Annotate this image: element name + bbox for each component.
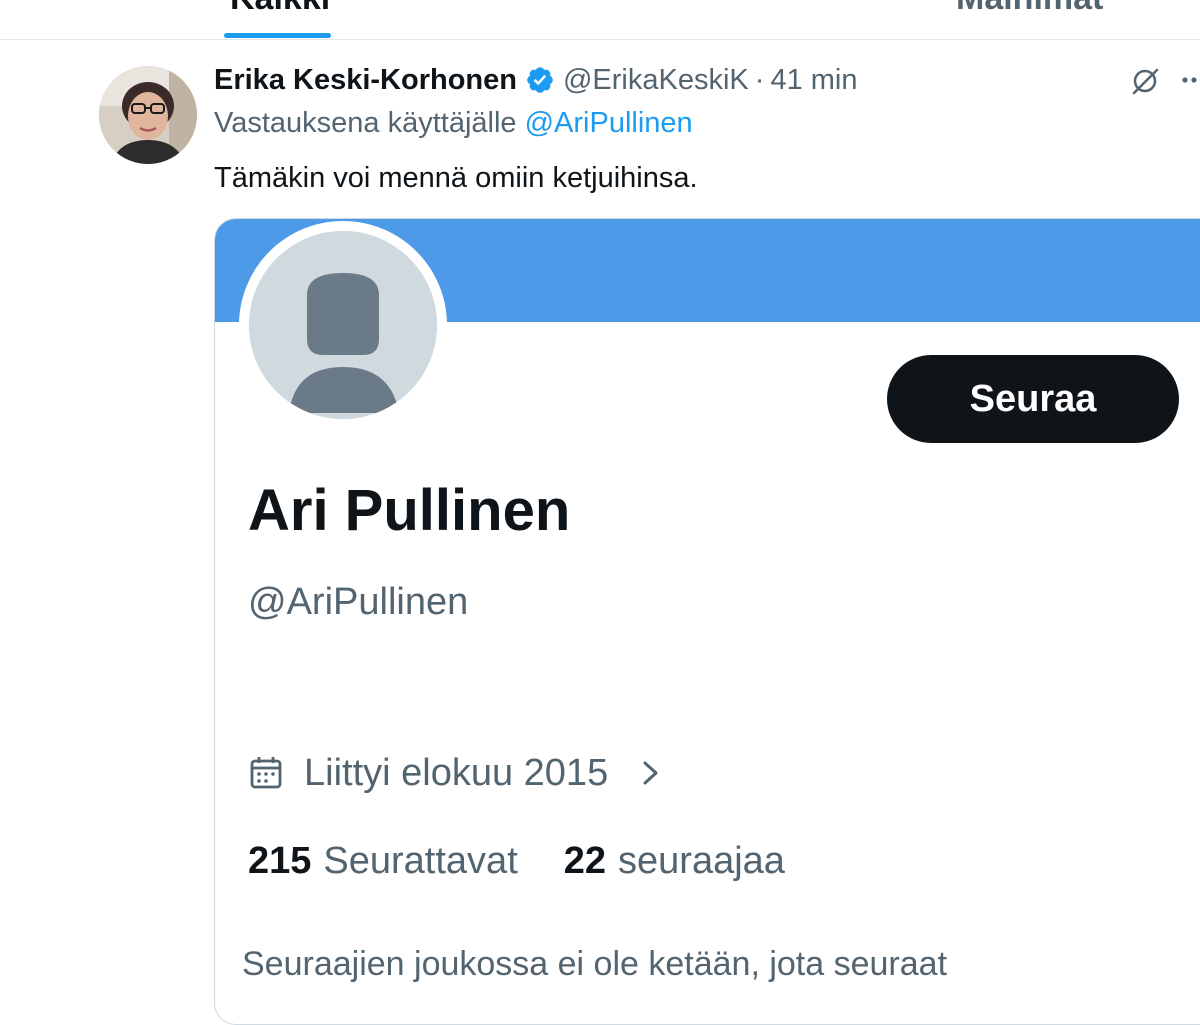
more-icon[interactable] xyxy=(1180,70,1200,90)
follow-button[interactable]: Seuraa xyxy=(887,355,1179,443)
tab-bar: Kaikki Mainimat xyxy=(0,0,1200,40)
chevron-right-icon xyxy=(643,761,658,785)
header-separator: · xyxy=(754,63,765,96)
tab-all[interactable]: Kaikki xyxy=(230,0,330,18)
following-stat[interactable]: 215 Seurattavat xyxy=(248,840,518,883)
following-label: Seurattavat xyxy=(323,839,518,882)
joined-date[interactable]: Liittyi elokuu 2015 xyxy=(248,749,664,797)
page: Kaikki Mainimat Erika Keski-Korhonen @Er… xyxy=(0,0,1200,1025)
profile-card[interactable]: Seuraa Ari Pullinen @AriPullinen Liittyi… xyxy=(214,218,1200,1025)
author-handle[interactable]: @ErikaKeskiK xyxy=(563,64,749,97)
joined-text: Liittyi elokuu 2015 xyxy=(304,751,609,794)
author-avatar[interactable] xyxy=(99,66,197,164)
calendar-icon xyxy=(250,757,282,789)
following-count: 215 xyxy=(248,839,312,882)
mutual-followers-note: Seuraajien joukossa ei ole ketään, jota … xyxy=(242,945,948,983)
tab-ads[interactable]: Mainimat xyxy=(956,0,1103,18)
default-avatar-icon xyxy=(249,231,437,419)
tweet-time[interactable]: 41 min xyxy=(770,64,857,97)
profile-name[interactable]: Ari Pullinen xyxy=(248,477,570,544)
followers-count: 22 xyxy=(563,839,607,882)
reply-context: Vastauksena käyttäjälle @AriPullinen xyxy=(214,107,693,140)
profile-avatar[interactable] xyxy=(239,221,447,429)
profile-handle[interactable]: @AriPullinen xyxy=(248,581,468,624)
tweet-header: Erika Keski-Korhonen @ErikaKeskiK · 41 m… xyxy=(214,60,857,100)
reply-to-link[interactable]: @AriPullinen xyxy=(525,107,693,139)
active-tab-indicator xyxy=(224,33,331,38)
verified-badge-icon xyxy=(527,67,553,93)
reply-prefix: Vastauksena käyttäjälle xyxy=(214,107,517,139)
profile-stats: 215 Seurattavat 22 seuraajaa xyxy=(248,837,785,885)
followers-stat[interactable]: 22 seuraajaa xyxy=(564,840,785,883)
tweet-text: Tämäkin voi mennä omiin ketjuihinsa. xyxy=(214,162,698,194)
author-avatar-image xyxy=(99,66,197,164)
grok-icon[interactable] xyxy=(1130,66,1160,96)
author-name[interactable]: Erika Keski-Korhonen xyxy=(214,64,517,97)
followers-label: seuraajaa xyxy=(618,839,785,882)
